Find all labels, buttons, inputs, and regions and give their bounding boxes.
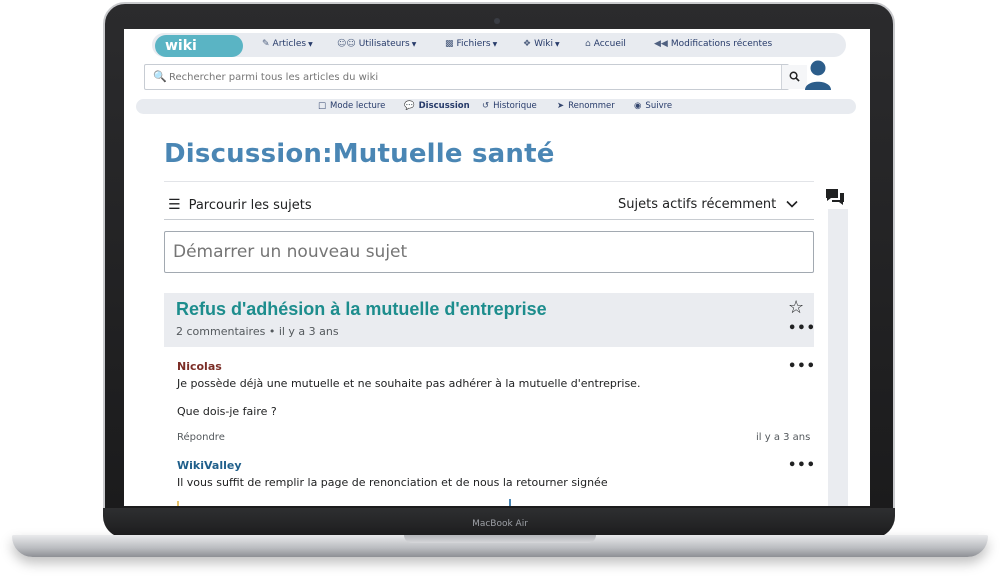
browse-topics-button[interactable]: ☰ Parcourir les sujets xyxy=(168,197,312,213)
reply-thread-line xyxy=(177,501,179,506)
post-author[interactable]: Nicolas xyxy=(177,360,222,373)
tab-rename[interactable]: ➤ Renommer xyxy=(557,101,615,111)
new-topic-input[interactable] xyxy=(165,232,813,272)
search-input[interactable] xyxy=(169,65,779,90)
tab-discussion[interactable]: 💬 Discussion xyxy=(404,101,470,111)
talk-bubbles-icon[interactable] xyxy=(824,187,848,207)
tab-read-mode[interactable]: □ Mode lecture xyxy=(318,101,385,111)
folder-icon: ▩ xyxy=(445,39,454,49)
browser-screen: wiki valley ✎Articles▼ ☺☺Utilisateurs▼ ▩… xyxy=(124,29,870,506)
nav-files[interactable]: ▩ Fichiers ▼ xyxy=(445,39,497,49)
post-text: Je possède déjà une mutuelle et ne souha… xyxy=(177,377,641,390)
thread-title[interactable]: Refus d'adhésion à la mutuelle d'entrepr… xyxy=(176,299,547,320)
home-icon: ⌂ xyxy=(585,39,591,49)
nav-wiki[interactable]: ❖ Wiki ▼ xyxy=(523,39,560,49)
eye-icon: ◉ xyxy=(634,101,642,111)
sort-dropdown[interactable]: Sujets actifs récemment xyxy=(618,197,798,212)
nav-articles[interactable]: ✎ Articles ▼ xyxy=(262,39,313,49)
reply-link[interactable]: Répondre xyxy=(177,432,225,443)
tab-history[interactable]: ↺ Historique xyxy=(482,101,537,111)
site-logo[interactable]: wiki valley xyxy=(155,35,243,76)
post-text: Que dois-je faire ? xyxy=(177,405,277,418)
title-divider xyxy=(164,181,814,182)
post-more-icon[interactable]: ••• xyxy=(788,458,816,473)
new-topic-box xyxy=(164,231,814,273)
side-panel-strip xyxy=(828,209,848,506)
chevron-down-icon: ▼ xyxy=(308,41,313,48)
chevron-down-icon xyxy=(786,200,798,208)
device-label: MacBook Air xyxy=(472,519,528,529)
page-actions-bar: □ Mode lecture 💬 Discussion ↺ Historique ➤ R… xyxy=(136,99,856,114)
chevron-down-icon: ▼ xyxy=(555,41,560,48)
post-text: Il vous suffit de remplir la page de ren… xyxy=(177,476,608,489)
quote-marker xyxy=(509,499,511,506)
toolbar-divider xyxy=(164,219,814,220)
list-icon: ☰ xyxy=(168,197,181,213)
puzzle-icon: ❖ xyxy=(523,39,532,49)
nav-users[interactable]: ☺☺ Utilisateurs ▼ xyxy=(337,39,416,49)
top-navbar: wiki valley ✎Articles▼ ☺☺Utilisateurs▼ ▩… xyxy=(152,33,846,76)
edit-icon: ✎ xyxy=(262,39,270,49)
arrow-icon: ➤ xyxy=(557,101,565,111)
magnifier-icon xyxy=(789,71,800,82)
chat-icon: 💬 xyxy=(404,101,415,111)
user-avatar-icon[interactable] xyxy=(802,58,834,92)
nav-home[interactable]: ⌂ Accueil xyxy=(585,39,626,49)
post-timestamp[interactable]: il y a 3 ans xyxy=(756,432,810,443)
post-more-icon[interactable]: ••• xyxy=(788,359,816,374)
chevron-down-icon: ▼ xyxy=(492,41,498,48)
laptop-notch xyxy=(404,535,596,543)
camera-dot xyxy=(494,18,500,24)
search-bar: 🔍 xyxy=(144,64,807,90)
rewind-icon: ◀◀ xyxy=(654,39,668,49)
tab-watch[interactable]: ◉ Suivre xyxy=(634,101,672,111)
thread-meta: 2 commentaires • il y a 3 ans xyxy=(176,325,339,338)
nav-recent-changes[interactable]: ◀◀ Modifications récentes xyxy=(654,39,772,49)
users-icon: ☺☺ xyxy=(337,39,356,49)
star-icon[interactable]: ☆ xyxy=(788,297,804,318)
thread-header: Refus d'adhésion à la mutuelle d'entrepr… xyxy=(164,293,816,347)
chevron-down-icon: ▼ xyxy=(411,41,417,48)
thread-more-icon[interactable]: ••• xyxy=(788,321,816,336)
page-title: Discussion:Mutuelle santé xyxy=(164,139,555,169)
page-icon: □ xyxy=(318,101,327,111)
history-icon: ↺ xyxy=(482,101,490,111)
search-icon: 🔍 xyxy=(153,70,167,83)
post-author[interactable]: WikiValley xyxy=(177,459,242,472)
